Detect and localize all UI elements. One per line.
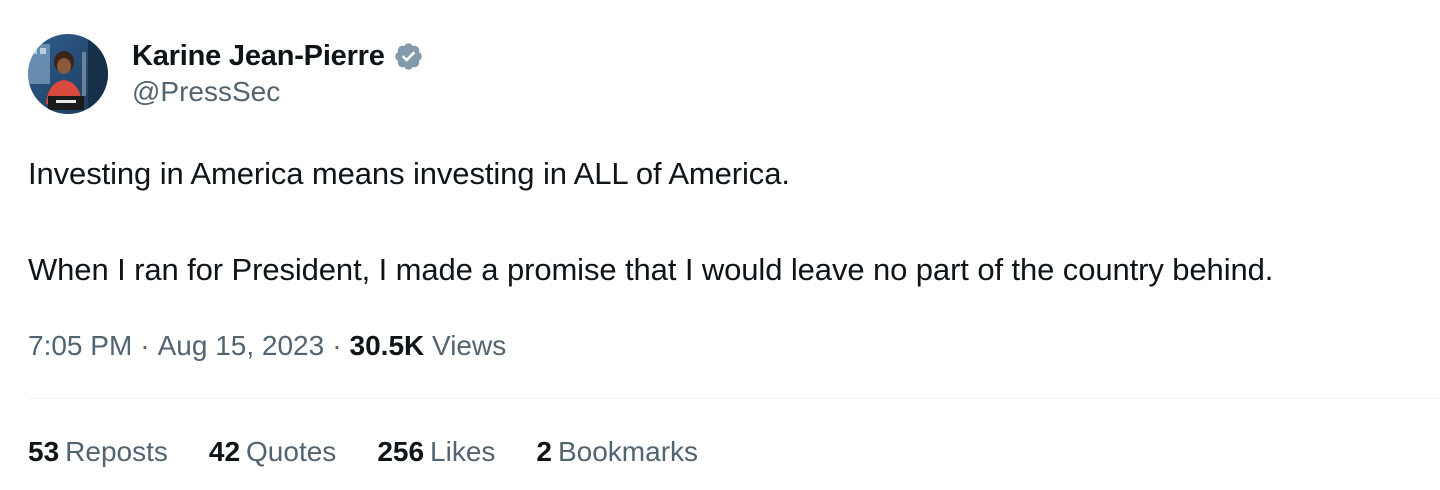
tweet-text-line: Investing in America means investing in …	[28, 156, 790, 191]
stat-likes[interactable]: 256 Likes	[377, 436, 495, 468]
stat-bookmarks[interactable]: 2 Bookmarks	[536, 436, 698, 468]
stat-label: Quotes	[246, 436, 337, 467]
tweet-text-line: When I ran for President, I made a promi…	[28, 252, 1274, 287]
separator: ·	[332, 330, 342, 361]
views-count: 30.5K	[349, 330, 425, 361]
stat-count: 256	[377, 436, 425, 467]
divider	[28, 398, 1440, 399]
stat-quotes[interactable]: 42 Quotes	[209, 436, 336, 468]
engagement-stats: 53 Reposts 42 Quotes 256 Likes 2 Bookmarks	[28, 436, 739, 468]
stat-label: Likes	[430, 436, 496, 467]
stat-count: 42	[208, 436, 241, 467]
author-name[interactable]: Karine Jean-Pierre	[132, 40, 385, 73]
stat-count: 2	[536, 436, 552, 467]
tweet-meta: 7:05 PM · Aug 15, 2023 · 30.5K Views	[28, 330, 506, 362]
stat-label: Bookmarks	[557, 436, 699, 467]
stat-count: 53	[28, 436, 60, 467]
stat-reposts[interactable]: 53 Reposts	[28, 436, 168, 468]
stat-label: Reposts	[65, 436, 168, 467]
author-avatar[interactable]	[28, 34, 108, 114]
tweet-card: Karine Jean-Pierre @PressSec Investing i…	[0, 0, 1440, 490]
separator: ·	[140, 330, 150, 361]
author-handle[interactable]: @PressSec	[132, 76, 280, 108]
author-name-row: Karine Jean-Pierre	[132, 36, 424, 76]
tweet-date[interactable]: Aug 15, 2023	[158, 330, 325, 361]
tweet-time[interactable]: 7:05 PM	[28, 330, 132, 361]
verified-badge-icon[interactable]	[393, 41, 424, 72]
profile-photo-icon	[28, 34, 108, 114]
views-label: Views	[432, 330, 507, 361]
